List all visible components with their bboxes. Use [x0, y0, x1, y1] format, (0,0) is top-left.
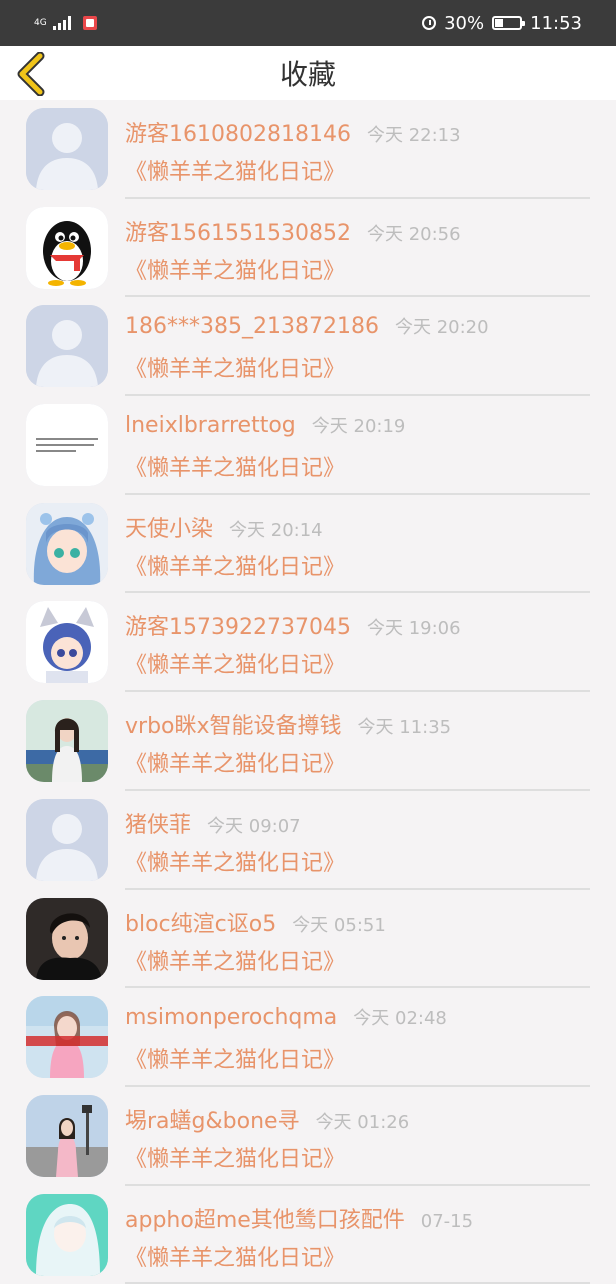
user-name[interactable]: bloc纯渲c讴o5: [125, 906, 276, 938]
list-item[interactable]: 埸ra蟮g&bone寻 今天 01:26 《懒羊羊之猫化日记》: [0, 1087, 616, 1186]
list-item[interactable]: 猪侠菲 今天 09:07 《懒羊羊之猫化日记》: [0, 791, 616, 890]
page-title: 收藏: [279, 58, 336, 91]
book-title[interactable]: 《懒羊羊之猫化日记》: [125, 450, 345, 482]
item-header: vrbo眯x智能设备撙钱 今天 11:35: [125, 708, 451, 740]
item-time: 今天 09:07: [207, 815, 301, 837]
battery-icon: [492, 16, 526, 30]
list-item[interactable]: lneixlbrarrettog 今天 20:19 《懒羊羊之猫化日记》: [0, 396, 616, 495]
avatar[interactable]: [26, 1094, 108, 1177]
back-button[interactable]: [14, 51, 54, 97]
avatar[interactable]: [26, 502, 108, 585]
item-header: 游客1610802818146 今天 22:13: [125, 116, 461, 148]
user-name[interactable]: lneixlbrarrettog: [125, 413, 296, 438]
user-name[interactable]: 游客1561551530852: [125, 215, 351, 247]
avatar[interactable]: [26, 1193, 108, 1276]
user-name[interactable]: 游客1573922737045: [125, 609, 351, 641]
list-item[interactable]: 游客1610802818146 今天 22:13 《懒羊羊之猫化日记》: [0, 100, 616, 199]
item-time: 今天 20:56: [366, 223, 461, 245]
network-type: 4G: [34, 17, 47, 28]
avatar[interactable]: [26, 996, 108, 1079]
user-name[interactable]: 天使小染: [125, 511, 213, 543]
battery-percent: 30%: [444, 12, 485, 34]
item-time: 今天 05:51: [292, 914, 386, 936]
item-header: bloc纯渲c讴o5 今天 05:51: [125, 906, 386, 938]
favorites-list: 游客1610802818146 今天 22:13 《懒羊羊之猫化日记》 游客15615…: [0, 100, 616, 1284]
book-title[interactable]: 《懒羊羊之猫化日记》: [125, 1141, 345, 1173]
avatar[interactable]: [26, 798, 108, 881]
book-title[interactable]: 《懒羊羊之猫化日记》: [125, 549, 345, 581]
item-time: 07-15: [420, 1210, 474, 1232]
status-time: 11:53: [530, 12, 582, 34]
item-time: 今天 02:48: [353, 1008, 447, 1030]
book-title[interactable]: 《懒羊羊之猫化日记》: [125, 647, 345, 679]
avatar[interactable]: [26, 108, 108, 190]
user-name[interactable]: vrbo眯x智能设备撙钱: [125, 708, 342, 740]
list-item[interactable]: appho超me其他鸶口孩配件 07-15 《懒羊羊之猫化日记》: [0, 1186, 616, 1284]
item-header: 186***385_213872186 今天 20:20: [125, 313, 489, 339]
user-name[interactable]: 埸ra蟮g&bone寻: [125, 1103, 300, 1135]
signal-icon: [52, 16, 71, 30]
book-title[interactable]: 《懒羊羊之猫化日记》: [125, 351, 345, 383]
book-title[interactable]: 《懒羊羊之猫化日记》: [125, 944, 345, 976]
item-header: 游客1561551530852 今天 20:56: [125, 215, 461, 247]
list-item[interactable]: 186***385_213872186 今天 20:20 《懒羊羊之猫化日记》: [0, 297, 616, 397]
item-header: 猪侠菲 今天 09:07: [125, 807, 301, 839]
avatar[interactable]: [26, 700, 108, 783]
item-time: 今天 19:06: [366, 618, 461, 640]
item-header: 天使小染 今天 20:14: [125, 511, 323, 543]
item-header: appho超me其他鸶口孩配件 07-15: [125, 1202, 473, 1234]
avatar[interactable]: [26, 305, 108, 388]
network-indicator: 4G: [34, 17, 47, 28]
status-left: 4G: [34, 16, 97, 30]
chevron-left-icon: [17, 51, 45, 97]
alarm-icon: [422, 16, 437, 30]
item-time: 今天 20:20: [394, 317, 489, 339]
item-time: 今天 20:14: [229, 519, 323, 541]
list-item[interactable]: vrbo眯x智能设备撙钱 今天 11:35 《懒羊羊之猫化日记》: [0, 692, 616, 791]
book-title[interactable]: 《懒羊羊之猫化日记》: [125, 154, 345, 186]
nav-bar: 收藏: [0, 46, 616, 100]
book-title[interactable]: 《懒羊羊之猫化日记》: [125, 1240, 345, 1272]
book-title[interactable]: 《懒羊羊之猫化日记》: [125, 746, 345, 778]
item-time: 今天 22:13: [366, 125, 461, 146]
user-name[interactable]: msimonperochqma: [125, 1005, 337, 1030]
list-item[interactable]: 天使小染 今天 20:14 《懒羊羊之猫化日记》: [0, 495, 616, 594]
avatar[interactable]: [26, 897, 108, 980]
avatar[interactable]: [26, 404, 108, 487]
item-time: 今天 20:19: [311, 416, 406, 438]
book-title[interactable]: 《懒羊羊之猫化日记》: [125, 253, 345, 285]
notification-app-icon: [82, 16, 97, 30]
user-name[interactable]: appho超me其他鸶口孩配件: [125, 1202, 405, 1234]
item-header: 游客1573922737045 今天 19:06: [125, 609, 461, 641]
item-time: 今天 01:26: [315, 1111, 410, 1133]
user-name[interactable]: 猪侠菲: [125, 807, 191, 839]
status-right: 30% 11:53: [422, 13, 582, 34]
avatar[interactable]: [26, 601, 108, 684]
list-item[interactable]: msimonperochqma 今天 02:48 《懒羊羊之猫化日记》: [0, 988, 616, 1087]
list-item[interactable]: bloc纯渲c讴o5 今天 05:51 《懒羊羊之猫化日记》: [0, 890, 616, 989]
user-name[interactable]: 游客1610802818146: [125, 116, 351, 148]
item-time: 今天 11:35: [357, 717, 452, 739]
book-title[interactable]: 《懒羊羊之猫化日记》: [125, 1042, 345, 1074]
avatar[interactable]: [26, 206, 108, 289]
status-bar: 4G 30% 11:53: [0, 0, 616, 46]
list-item[interactable]: 游客1573922737045 今天 19:06 《懒羊羊之猫化日记》: [0, 593, 616, 693]
list-item[interactable]: 游客1561551530852 今天 20:56 《懒羊羊之猫化日记》: [0, 199, 616, 298]
user-name[interactable]: 186***385_213872186: [125, 314, 379, 339]
item-header: lneixlbrarrettog 今天 20:19: [125, 412, 405, 438]
item-header: 埸ra蟮g&bone寻 今天 01:26: [125, 1103, 409, 1135]
item-header: msimonperochqma 今天 02:48: [125, 1004, 447, 1030]
book-title[interactable]: 《懒羊羊之猫化日记》: [125, 845, 345, 877]
